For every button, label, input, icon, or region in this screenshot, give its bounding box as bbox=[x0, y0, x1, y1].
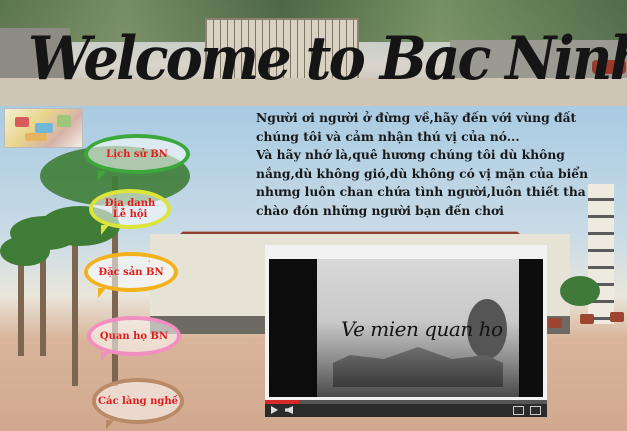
nav-bubble-label: Đặc sản BN bbox=[98, 266, 164, 278]
settings-icon[interactable] bbox=[513, 406, 524, 415]
nav-bubble-label: Địa danh Lễ hội bbox=[104, 198, 156, 220]
video-controls bbox=[265, 400, 547, 417]
nav-bubble-history[interactable]: Lịch sử BN bbox=[84, 134, 190, 181]
palm-canopy bbox=[0, 236, 50, 266]
fullscreen-icon[interactable] bbox=[530, 406, 541, 415]
bush bbox=[560, 276, 600, 306]
video-player[interactable]: Ve mien quan ho bbox=[265, 245, 547, 417]
play-icon[interactable] bbox=[271, 406, 278, 414]
flower-pot bbox=[548, 318, 562, 328]
video-progress-bar[interactable] bbox=[265, 400, 547, 404]
nav-bubble-specialties[interactable]: Đặc sản BN bbox=[84, 252, 178, 298]
volume-icon[interactable] bbox=[285, 406, 293, 414]
intro-text: Người ơi người ở đừng về,hãy đến với vùn… bbox=[256, 109, 624, 220]
page-title: Welcome to Bac Ninh bbox=[28, 24, 627, 94]
intro-line: Và hãy nhớ là,quê hương chúng tôi dù khô… bbox=[256, 147, 565, 162]
intro-line: chào đón những người bạn đến chơi bbox=[256, 202, 504, 218]
header-banner: Welcome to Bac Ninh bbox=[0, 0, 627, 106]
intro-line: nhưng luôn chan chứa tình người,luôn thi… bbox=[256, 184, 586, 199]
nav-bubble-craft-villages[interactable]: Các làng nghề bbox=[92, 378, 184, 430]
flower-pot bbox=[610, 312, 624, 322]
video-screen[interactable]: Ve mien quan ho bbox=[269, 259, 543, 397]
video-caption: Ve mien quan ho bbox=[341, 317, 503, 341]
nav-bubble-places-festivals[interactable]: Địa danh Lễ hội bbox=[89, 189, 171, 235]
nav-bubble-label: Quan họ BN bbox=[99, 330, 169, 342]
flower-pot bbox=[580, 314, 594, 324]
intro-line: chúng tôi và cảm nhận thú vị của nó... bbox=[256, 128, 520, 144]
nav-bubble-quan-ho[interactable]: Quan họ BN bbox=[87, 316, 181, 362]
player-right-buttons bbox=[513, 406, 541, 415]
intro-line: nắng,dù không gió,dù không có vị mặn của… bbox=[256, 165, 589, 181]
map-thumbnail-icon[interactable] bbox=[4, 108, 83, 148]
video-progress-fill bbox=[265, 400, 299, 404]
intro-line: Người ơi người ở đừng về,hãy đến với vùn… bbox=[256, 110, 577, 125]
nav-bubble-label: Lịch sử BN bbox=[106, 148, 168, 160]
nav-bubble-label: Các làng nghề bbox=[98, 395, 178, 407]
